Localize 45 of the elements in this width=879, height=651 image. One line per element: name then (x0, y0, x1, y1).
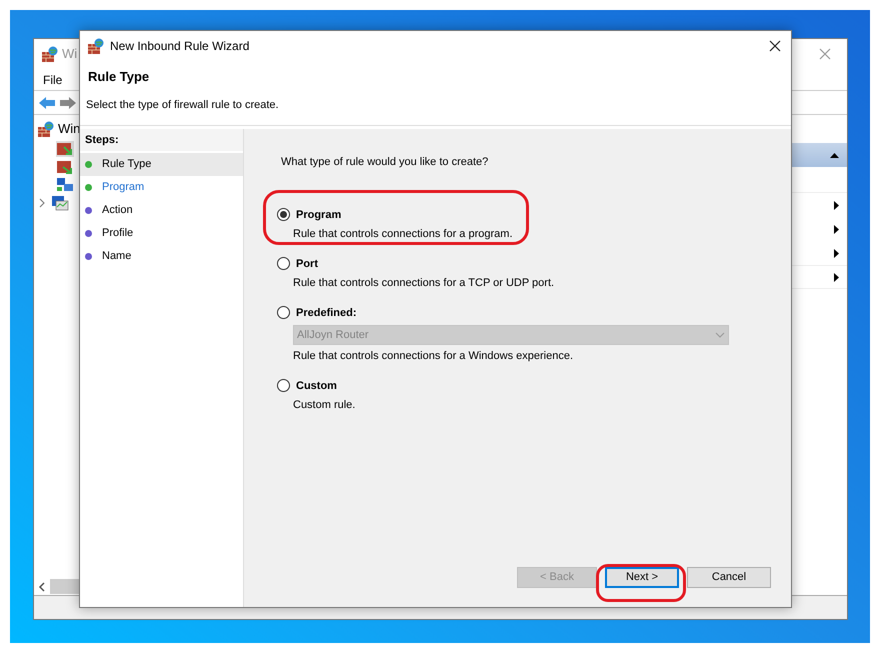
submenu-arrow-icon[interactable] (834, 200, 839, 210)
submenu-arrow-icon[interactable] (834, 224, 839, 234)
firewall-icon (42, 46, 58, 62)
forward-arrow-icon[interactable] (59, 96, 77, 110)
radio-button[interactable] (277, 208, 290, 222)
submenu-arrow-icon[interactable] (834, 248, 839, 258)
submenu-arrow-icon[interactable] (834, 272, 839, 282)
scrollbar-thumb[interactable] (50, 579, 80, 594)
option-label[interactable]: Program (296, 206, 342, 223)
outbound-rules-icon[interactable] (56, 158, 74, 174)
step-item: Program (80, 176, 243, 199)
option-label[interactable]: Custom (296, 378, 337, 394)
dropdown-chevron-icon (715, 332, 725, 338)
option-label[interactable]: Port (296, 256, 318, 272)
firewall-icon (38, 120, 54, 137)
page-subtitle: Select the type of firewall rule to create. (86, 98, 280, 112)
expand-chevron-icon[interactable] (38, 198, 46, 208)
option-description: Rule that controls connections for a program. (293, 227, 514, 242)
radio-button[interactable] (277, 379, 290, 392)
step-item: Profile (80, 222, 243, 245)
computers-icon[interactable] (56, 176, 74, 192)
question-text: What type of rule would you like to create? (281, 155, 490, 170)
firewall-icon (88, 38, 104, 54)
option-description: Rule that controls connections for a TCP or UDP port. (293, 276, 556, 291)
steps-heading: Steps: (85, 132, 119, 148)
step-item: Rule Type (80, 153, 243, 176)
wizard-button[interactable]: Next > (605, 567, 679, 588)
dialog-title: New Inbound Rule Wizard (110, 38, 250, 55)
step-item: Action (80, 199, 243, 222)
option-description: Rule that controls connections for a Windows experience. (293, 349, 574, 364)
tree-item[interactable]: Win (58, 119, 80, 138)
radio-button[interactable] (277, 257, 290, 270)
back-arrow-icon[interactable] (38, 96, 56, 110)
radio-button[interactable] (277, 306, 290, 320)
collapse-triangle-icon (830, 152, 839, 158)
wizard-button[interactable]: Cancel (687, 567, 771, 588)
step-item: Name (80, 245, 243, 268)
option-description: Custom rule. (293, 398, 356, 413)
page-heading: Rule Type (88, 68, 150, 86)
close-icon[interactable] (769, 40, 781, 52)
menu-item[interactable]: File (43, 70, 62, 88)
monitoring-icon[interactable] (51, 194, 69, 210)
window-title: Wi (62, 45, 78, 64)
inbound-rules-icon[interactable] (56, 140, 74, 156)
option-label[interactable]: Predefined: (296, 304, 357, 321)
